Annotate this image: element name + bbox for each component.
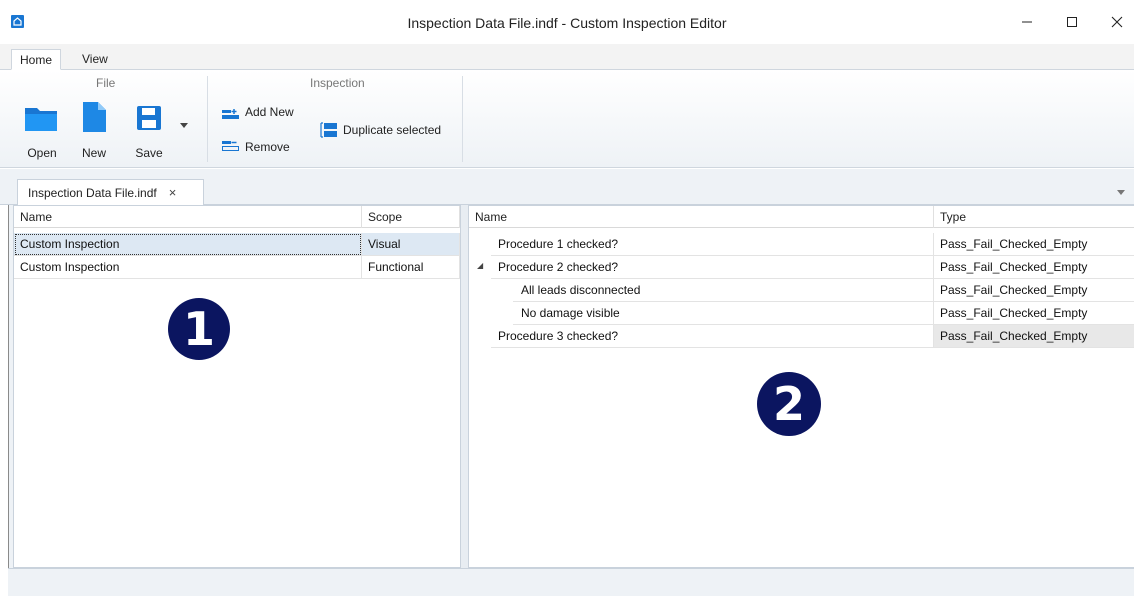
open-button[interactable]: Open: [22, 104, 62, 160]
file-group-title: File: [96, 76, 116, 90]
document-tab[interactable]: Inspection Data File.indf ×: [17, 179, 204, 205]
panel-splitter[interactable]: [461, 205, 468, 568]
folder-icon: [25, 108, 57, 131]
tree-row-name: Procedure 1 checked?: [491, 233, 934, 256]
maximize-button[interactable]: [1049, 0, 1095, 44]
new-button[interactable]: New: [78, 102, 110, 160]
status-bar: [8, 568, 1134, 596]
callout-badge-2-text: 2: [773, 377, 805, 431]
tree-row-type: Pass_Fail_Checked_Empty: [934, 279, 1134, 302]
expand-toggle-icon[interactable]: ◢: [477, 261, 483, 270]
callout-badge-1-text: 1: [183, 302, 215, 356]
remove-row-icon: [222, 141, 239, 151]
duplicate-selected-label: Duplicate selected: [343, 123, 442, 137]
procedure-tree-panel: Name Type Procedure 1 checked? Pass_Fail…: [468, 205, 1134, 568]
duplicate-icon: [320, 122, 337, 138]
tree-row-type: Pass_Fail_Checked_Empty: [934, 256, 1134, 279]
tree-row-name: Procedure 3 checked?: [491, 325, 934, 348]
tree-row-type: Pass_Fail_Checked_Empty: [934, 325, 1134, 348]
table-row[interactable]: Custom Inspection Visual: [14, 233, 460, 256]
save-dropdown-arrow[interactable]: [180, 117, 188, 131]
chevron-down-icon: [180, 123, 188, 128]
ribbon-panel: File Inspection Open New Save Add New Re…: [0, 70, 1134, 168]
tab-view[interactable]: View: [74, 49, 116, 70]
save-label: Save: [135, 146, 163, 160]
tree-row-type: Pass_Fail_Checked_Empty: [934, 233, 1134, 256]
row-name-cell: Custom Inspection: [14, 233, 362, 256]
save-button[interactable]: Save: [134, 104, 164, 160]
procedure-tree-header: Name Type: [469, 206, 1134, 228]
document-tab-label: Inspection Data File.indf: [28, 185, 157, 200]
close-tab-icon[interactable]: ×: [169, 185, 177, 200]
group-separator: [207, 76, 208, 162]
document-tab-strip: Inspection Data File.indf ×: [0, 169, 1134, 205]
ribbon-tab-bar: Home View: [0, 44, 1134, 70]
add-row-icon: [222, 109, 239, 119]
title-bar: Inspection Data File.indf - Custom Inspe…: [0, 0, 1134, 44]
tree-row[interactable]: ◢ Procedure 2 checked? Pass_Fail_Checked…: [469, 256, 1134, 279]
inspection-list-panel: Name Scope Custom Inspection Visual Cust…: [13, 205, 461, 568]
minimize-button[interactable]: [1004, 0, 1050, 44]
duplicate-selected-button[interactable]: Duplicate selected: [320, 121, 441, 139]
tree-row-name: No damage visible: [513, 302, 934, 325]
inspection-list-header: Name Scope: [14, 206, 460, 228]
add-new-button[interactable]: Add New: [222, 105, 294, 124]
column-header-scope[interactable]: Scope: [362, 206, 460, 228]
table-row[interactable]: Custom Inspection Functional: [14, 256, 460, 279]
tab-home[interactable]: Home: [11, 49, 62, 70]
chevron-down-icon: [1117, 190, 1125, 195]
row-name-cell: Custom Inspection: [14, 256, 362, 279]
tree-row[interactable]: Procedure 3 checked? Pass_Fail_Checked_E…: [469, 325, 1134, 348]
remove-button[interactable]: Remove: [222, 137, 290, 155]
group-separator: [462, 76, 463, 162]
close-icon: [1111, 16, 1123, 28]
tree-row-child[interactable]: All leads disconnected Pass_Fail_Checked…: [469, 279, 1134, 302]
maximize-icon: [1067, 17, 1077, 27]
tree-row-type: Pass_Fail_Checked_Empty: [934, 302, 1134, 325]
tab-overflow-button[interactable]: [1117, 184, 1125, 198]
new-document-icon: [83, 102, 106, 132]
window-title: Inspection Data File.indf - Custom Inspe…: [407, 15, 727, 31]
tree-row[interactable]: Procedure 1 checked? Pass_Fail_Checked_E…: [469, 233, 1134, 256]
row-scope-cell: Functional: [362, 256, 460, 279]
callout-badge-2: 2: [756, 371, 822, 440]
remove-label: Remove: [245, 140, 290, 154]
add-new-label: Add New: [245, 105, 294, 119]
new-label: New: [81, 146, 107, 160]
column-header-name[interactable]: Name: [469, 206, 934, 228]
column-header-type[interactable]: Type: [934, 206, 1134, 228]
row-scope-cell: Visual: [362, 233, 460, 256]
tree-row-name: Procedure 2 checked?: [491, 256, 934, 279]
window-edge: [8, 205, 9, 596]
column-header-name[interactable]: Name: [14, 206, 362, 228]
inspection-group-title: Inspection: [310, 76, 365, 90]
tree-row-child[interactable]: No damage visible Pass_Fail_Checked_Empt…: [469, 302, 1134, 325]
close-button[interactable]: [1094, 0, 1134, 44]
save-icon: [137, 106, 161, 130]
callout-badge-1: 1: [167, 297, 231, 364]
tree-row-name: All leads disconnected: [513, 279, 934, 302]
minimize-icon: [1022, 21, 1032, 23]
open-label: Open: [27, 146, 57, 160]
